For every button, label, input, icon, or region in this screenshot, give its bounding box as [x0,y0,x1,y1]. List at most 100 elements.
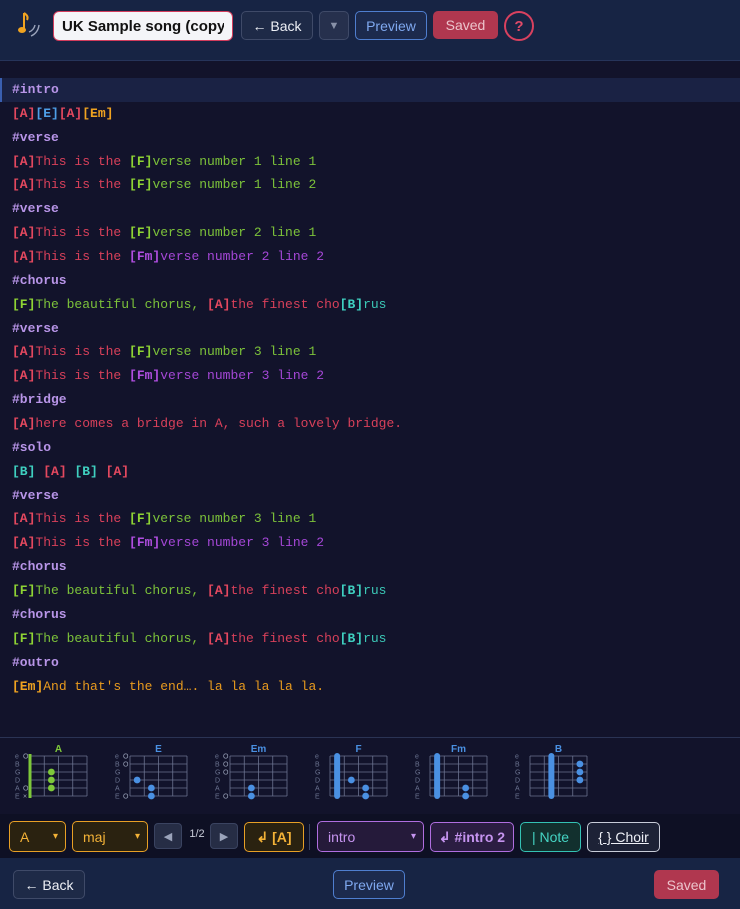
lyric-text: verse number 2 line 2 [160,249,325,265]
chord-quality-select[interactable]: maj ▾ [72,821,148,852]
editor-line[interactable]: [A]This is the [F]verse number 1 line 1 [0,150,740,174]
editor-line[interactable]: [A]This is the [Fm]verse number 3 line 2 [0,364,740,388]
section-line[interactable]: #verse [0,197,740,221]
song-editor[interactable]: #intro [A][E][A][Em] #verse [A]This is the … [0,78,740,728]
insert-chord-button[interactable]: ↲ [A] [244,822,304,852]
more-dropdown-button[interactable]: ▼ [319,11,349,40]
chord-diagram[interactable]: Ae OBGDA OE × [10,742,100,808]
insert-section-button[interactable]: ↲ #intro 2 [430,822,514,852]
footer-saved-button[interactable]: Saved [654,870,719,899]
string-name-label: e [115,754,119,761]
chord-token: [Fm] [129,249,161,265]
lyric-text [98,464,106,479]
chord-token: [B] [339,296,364,312]
string-name-label: E [15,794,20,801]
string-open-mute-indicator: O [123,762,129,769]
chevron-down-icon: ▼ [328,19,340,32]
section-tag: #outro [12,654,59,670]
section-line[interactable]: #verse [0,317,740,341]
editor-line[interactable]: [A]This is the [Fm]verse number 2 line 2 [0,245,740,269]
help-button[interactable]: ? [504,11,534,41]
chord-name-label: A [55,744,62,755]
chord-quality-value: maj [83,828,106,845]
back-button[interactable]: ← Back [241,11,313,40]
section-line[interactable]: #chorus [0,555,740,579]
string-name-label: D [315,778,320,785]
chord-token: [F] [12,296,36,312]
chevron-down-icon: ▾ [134,831,140,842]
editor-line[interactable]: [A][E][A][Em] [0,102,740,126]
saved-button[interactable]: Saved [433,11,498,39]
string-name-label: A [315,786,320,793]
section-line[interactable]: #chorus [0,269,740,293]
string-name-label: e [515,754,519,761]
editor-line[interactable]: [F]The beautiful chorus, [A]the finest c… [0,627,740,651]
finger-dot [576,760,584,768]
finger-dot [47,768,55,776]
next-page-button[interactable]: ▶ [210,823,238,849]
chord-token: [A] [207,296,231,312]
chevron-down-icon: ▾ [52,831,58,842]
chord-token: [B] [339,630,364,646]
section-line[interactable]: #bridge [0,388,740,412]
chord-token: [A] [58,105,83,121]
string-name-label: D [515,778,520,785]
editor-line[interactable]: [A]here comes a bridge in A, such a love… [0,412,740,436]
chevron-down-icon: ▾ [410,831,416,842]
editor-line[interactable]: [A]This is the [Fm]verse number 3 line 2 [0,531,740,555]
section-select[interactable]: intro ▾ [317,821,424,852]
editor-line[interactable]: [A]This is the [F]verse number 3 line 1 [0,507,740,531]
chord-token: [A] [12,368,36,384]
song-title-input[interactable] [53,11,233,41]
section-line[interactable]: #solo [0,436,740,460]
chord-token: [Em] [82,105,114,121]
section-line[interactable]: #chorus [0,603,740,627]
editor-line[interactable]: [B] [A] [B] [A] [0,460,740,484]
lyric-text: verse number 1 line 2 [152,177,317,193]
editor-line[interactable]: [Em]And that's the end…. la la la la la. [0,675,740,699]
chord-token: [A] [43,463,67,479]
prev-page-button[interactable]: ◀ [154,823,182,849]
lyric-text: verse number 3 line 1 [152,511,317,527]
insert-note-button[interactable]: | Note [520,822,581,852]
editor-line[interactable]: [F]The beautiful chorus, [A]the finest c… [0,293,740,317]
chord-diagram[interactable]: Fm eBGDAE [410,742,500,808]
editor-line[interactable]: [A]This is the [F]verse number 3 line 1 [0,340,740,364]
editor-line[interactable]: [A]This is the [F]verse number 1 line 2 [0,173,740,197]
chord-diagram[interactable]: FeBGDAE [310,742,400,808]
finger-dot [147,784,155,792]
chord-token: [F] [12,630,36,646]
section-line[interactable]: #verse [0,126,740,150]
section-line[interactable]: #verse [0,484,740,508]
section-line[interactable]: #outro [0,651,740,675]
editor-line[interactable]: [A]This is the [F]verse number 2 line 1 [0,221,740,245]
footer-back-button[interactable]: ← Back [13,870,85,899]
string-open-mute-indicator: × [23,794,27,801]
chord-token: [A] [207,630,231,646]
chord-token: [F] [129,177,153,193]
section-tag: #verse [12,129,59,145]
section-tag: #intro [12,82,59,97]
chord-diagram[interactable]: BeBGDAE [510,742,600,808]
section-line[interactable]: #intro [0,78,740,102]
chord-diagram[interactable]: Eme OB OG ODAE O [210,742,300,808]
lyric-text: here comes a bridge in A, such a lovely … [35,416,403,432]
footer-preview-button[interactable]: Preview [333,870,405,899]
chord-key-select[interactable]: A ▾ [9,821,66,852]
lyric-text: This is the [35,535,130,551]
chord-diagram-bar: Ae O B G D A O E × Ee O B O G D A E O Em e O B O G O D A E O Fe B G D A E F… [0,737,740,815]
string-open-mute-indicator: O [123,794,129,801]
string-name-label: G [415,770,420,777]
page-indicator: 1/2 [189,828,205,840]
chord-diagram[interactable]: Ee OB OGDAE O [110,742,200,808]
string-name-label: e [15,754,19,761]
preview-button[interactable]: Preview [355,11,427,40]
finger-dot [362,784,370,792]
lyric-text: rus [363,296,387,312]
finger-dot [462,784,470,792]
editor-line[interactable]: [F]The beautiful chorus, [A]the finest c… [0,579,740,603]
section-tag: #verse [12,487,59,503]
section-tag: #verse [12,320,59,336]
lyric-text: This is the [35,177,130,193]
insert-choir-button[interactable]: { } Choir [587,822,660,852]
